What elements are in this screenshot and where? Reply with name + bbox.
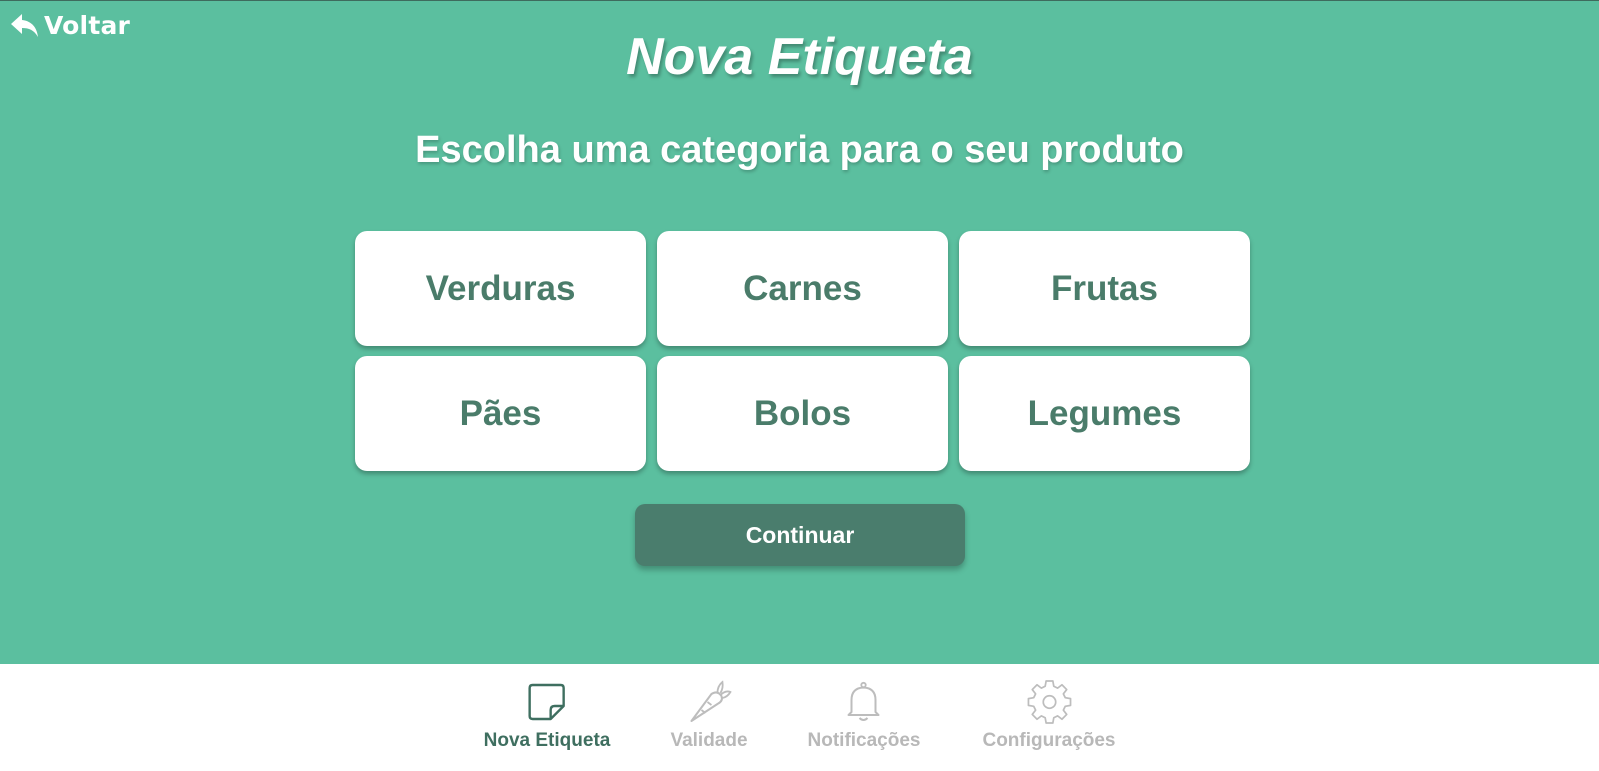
nav-label: Validade (670, 730, 748, 751)
main-panel: Voltar Nova Etiqueta Escolha uma categor… (0, 0, 1599, 664)
carrot-icon (687, 680, 731, 724)
category-card-bolos[interactable]: Bolos (657, 356, 948, 471)
note-icon (525, 680, 569, 724)
nav-item-configuracoes[interactable]: Configurações (982, 680, 1116, 752)
category-card-paes[interactable]: Pães (355, 356, 646, 471)
nav-label: Configurações (982, 730, 1116, 751)
nav-item-validade[interactable]: Validade (670, 680, 748, 752)
page-title: Nova Etiqueta (626, 28, 973, 86)
bottom-nav: Nova Etiqueta Validade Notificações Conf… (0, 664, 1599, 771)
page-subtitle: Escolha uma categoria para o seu produto (415, 129, 1184, 171)
bell-icon (842, 680, 886, 724)
category-card-verduras[interactable]: Verduras (355, 231, 646, 346)
category-card-frutas[interactable]: Frutas (959, 231, 1250, 346)
category-card-legumes[interactable]: Legumes (959, 356, 1250, 471)
continue-button[interactable]: Continuar (635, 504, 965, 566)
category-grid: Verduras Carnes Frutas Pães Bolos Legume… (355, 231, 1251, 471)
category-card-carnes[interactable]: Carnes (657, 231, 948, 346)
nav-item-notificacoes[interactable]: Notificações (807, 680, 921, 752)
gear-icon (1027, 680, 1071, 724)
nav-label: Notificações (807, 730, 921, 751)
nav-item-nova-etiqueta[interactable]: Nova Etiqueta (483, 680, 611, 752)
nav-label: Nova Etiqueta (483, 730, 611, 751)
